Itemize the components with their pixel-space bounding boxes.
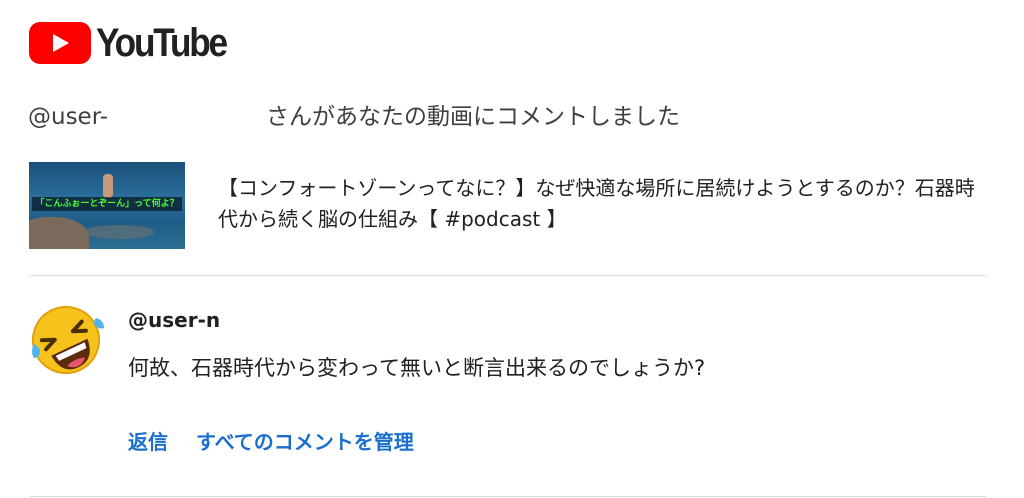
- video-title[interactable]: 【コンフォートゾーンってなに？】なぜ快適な場所に居続けようとするのか？石器時代か…: [218, 173, 988, 235]
- rolling-on-floor-laughing-emoji-icon: [26, 300, 106, 380]
- notification-message: さんがあなたの動画にコメントしました: [266, 104, 680, 130]
- comment-text: 何故、石器時代から変わって無いと断言出来るのでしょうか?: [128, 356, 706, 380]
- comment-author[interactable]: @user-n: [128, 306, 220, 334]
- comment-actions: 返信 すべてのコメントを管理: [128, 428, 414, 456]
- youtube-play-icon: [29, 22, 91, 64]
- video-thumbnail[interactable]: 「こんふぉーとぞーん」って何よ？: [29, 162, 185, 249]
- reply-link[interactable]: 返信: [128, 428, 168, 456]
- youtube-wordmark: YouTube: [96, 21, 228, 65]
- divider: [29, 496, 987, 497]
- divider: [29, 275, 987, 276]
- thumbnail-caption: 「こんふぉーとぞーん」って何よ？: [32, 197, 182, 211]
- manage-comments-link[interactable]: すべてのコメントを管理: [196, 428, 414, 456]
- youtube-logo[interactable]: YouTube: [29, 22, 244, 64]
- commenter-handle: @user-: [28, 104, 108, 130]
